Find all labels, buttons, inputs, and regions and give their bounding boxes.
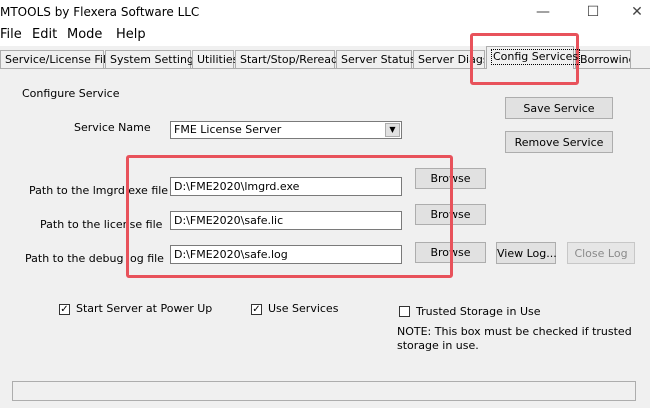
configure-service-label: Configure Service (22, 87, 120, 100)
menu-edit[interactable]: Edit (32, 26, 57, 44)
close-log-button[interactable]: Close Log (567, 242, 635, 264)
window-title: MTOOLS by Flexera Software LLC (0, 5, 200, 19)
trusted-storage-checkbox[interactable] (399, 306, 410, 317)
minimize-button[interactable]: — (520, 0, 566, 26)
service-name-select[interactable]: FME License Server ▼ (170, 121, 402, 139)
view-log-button[interactable]: View Log... (496, 242, 557, 264)
tab-utilities[interactable]: Utilities (192, 50, 238, 68)
tab-config-services[interactable]: Config Services (486, 46, 581, 69)
maximize-button[interactable]: ☐ (570, 0, 616, 26)
use-services-label: Use Services (268, 302, 339, 315)
tab-service-license-file[interactable]: Service/License File (0, 50, 113, 68)
menu-mode[interactable]: Mode (67, 26, 102, 44)
service-name-label: Service Name (74, 121, 151, 134)
status-bar (12, 381, 636, 401)
tab-start-stop-reread[interactable]: Start/Stop/Reread (235, 50, 338, 68)
tab-system-settings[interactable]: System Settings (105, 50, 200, 68)
remove-service-button[interactable]: Remove Service (505, 131, 613, 153)
menu-file[interactable]: File (0, 26, 22, 44)
close-button[interactable]: ✕ (614, 0, 650, 26)
save-service-button[interactable]: Save Service (505, 97, 613, 119)
start-power-up-checkbox[interactable]: ✓ (59, 304, 70, 315)
tab-borrowing[interactable]: Borrowing (575, 50, 631, 68)
tab-server-status[interactable]: Server Status (336, 50, 416, 68)
chevron-down-icon[interactable]: ▼ (385, 123, 400, 137)
start-power-up-label: Start Server at Power Up (76, 302, 213, 315)
service-name-value: FME License Server (174, 123, 282, 136)
menu-help[interactable]: Help (116, 26, 146, 44)
trusted-storage-label: Trusted Storage in Use (416, 305, 541, 318)
use-services-checkbox[interactable]: ✓ (251, 304, 262, 315)
trusted-storage-note: NOTE: This box must be checked if truste… (397, 325, 632, 352)
highlight-path-fields (126, 155, 453, 278)
